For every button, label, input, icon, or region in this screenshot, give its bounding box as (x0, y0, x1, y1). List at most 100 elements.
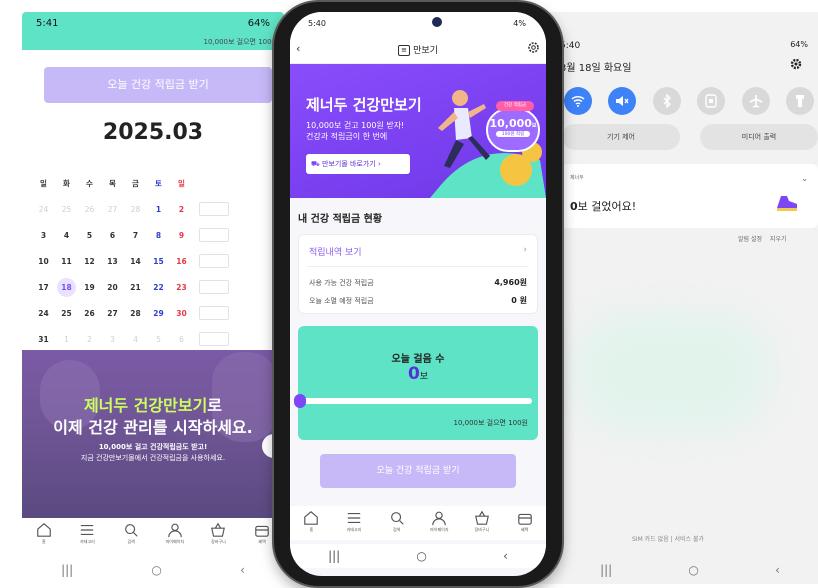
status-time: 5:40 (560, 41, 581, 51)
nav-label: 검색 (392, 527, 401, 532)
battery-level: 4% (513, 19, 526, 28)
calendar-day[interactable]: 16 (170, 257, 193, 266)
calendar-day[interactable]: 8 (147, 231, 170, 240)
promo-subtitle: 10,000보 걸고 건강적립금도 받고! (98, 443, 208, 451)
home-button[interactable]: ○ (151, 563, 161, 577)
back-button[interactable]: ‹ (240, 563, 245, 577)
calendar-day[interactable]: 1 (147, 205, 170, 214)
calendar-day[interactable]: 18 (55, 277, 78, 297)
calendar-day[interactable]: 23 (170, 283, 193, 292)
nav-item-person[interactable]: 마이페이지 (420, 510, 458, 540)
calendar-day[interactable]: 5 (78, 231, 101, 240)
airplane-toggle[interactable] (741, 87, 770, 115)
settings-gear-icon[interactable] (527, 41, 540, 54)
calendar-day[interactable]: 7 (124, 231, 147, 240)
history-link[interactable]: 적립내역 보기 (309, 245, 362, 258)
calendar-day[interactable]: 28 (124, 205, 147, 214)
calendar-day[interactable]: 27 (101, 309, 124, 318)
search-icon (389, 510, 405, 526)
recent-apps-button[interactable]: ||| (61, 563, 73, 577)
nav-item-person[interactable]: 마이페이지 (156, 522, 194, 545)
calendar-day[interactable]: 15 (147, 257, 170, 266)
calendar-day[interactable]: 30 (170, 309, 193, 318)
nav-item-home[interactable]: 홈 (25, 522, 63, 545)
calendar-day[interactable]: 11 (55, 257, 78, 266)
nav-item-box[interactable]: 혜택 (506, 510, 544, 540)
notification-message: 0보 걸었어요! (570, 200, 637, 213)
nav-item-basket[interactable]: 장바구니 (199, 522, 237, 545)
bluetooth-toggle[interactable] (652, 87, 681, 115)
notification-settings-link[interactable]: 알림 설정 (738, 236, 762, 243)
clear-notifications-link[interactable]: 지우기 (770, 236, 787, 243)
calendar-day[interactable]: 9 (170, 231, 193, 240)
day-note (199, 254, 229, 268)
go-to-mall-button[interactable]: ⛟ 만보기몰 바로가기 › (306, 154, 410, 174)
redeem-button[interactable]: 오늘 건강 적립금 받기 (44, 67, 272, 103)
calendar-day[interactable]: 20 (101, 283, 124, 292)
calendar-day[interactable]: 6 (101, 231, 124, 240)
calendar-day[interactable]: 5 (147, 335, 170, 344)
calendar-day[interactable]: 3 (32, 231, 55, 240)
promo-banner[interactable]: 제너두 건강만보기로 이제 건강 관리를 시작하세요. 10,000보 걸고 건… (22, 350, 284, 518)
wifi-toggle[interactable] (564, 87, 592, 115)
calendar-day[interactable]: 22 (147, 283, 170, 292)
recent-apps-button[interactable]: ||| (328, 549, 340, 563)
nav-item-menu[interactable]: 카테고리 (335, 510, 373, 540)
calendar-day[interactable]: 10 (32, 257, 55, 266)
section-title: 내 건강 적립금 현황 (298, 214, 383, 225)
calendar-day[interactable]: 13 (101, 257, 124, 266)
calendar-day[interactable]: 2 (78, 335, 101, 344)
back-button[interactable]: ‹ (503, 549, 508, 563)
calendar-day[interactable]: 26 (78, 205, 101, 214)
badge-caption: 건강 적립금 (496, 101, 534, 111)
calendar-day[interactable]: 19 (78, 283, 101, 292)
rotation-toggle[interactable] (697, 87, 726, 115)
calendar-day[interactable]: 31 (32, 335, 55, 344)
calendar-day[interactable]: 27 (101, 205, 124, 214)
nav-item-search[interactable]: 검색 (112, 522, 150, 545)
calendar-day[interactable]: 29 (147, 309, 170, 318)
calendar-day[interactable]: 25 (55, 309, 78, 318)
chevron-down-icon[interactable]: ⌄ (801, 174, 808, 183)
notification-actions: 알림 설정 지우기 (732, 234, 786, 243)
calendar-day[interactable]: 12 (78, 257, 101, 266)
calendar-day[interactable]: 4 (55, 231, 78, 240)
calendar-day[interactable]: 17 (32, 283, 55, 292)
wifi-icon (571, 95, 585, 107)
home-button[interactable]: ○ (416, 549, 426, 563)
calendar-day[interactable]: 6 (170, 335, 193, 344)
notification-card[interactable]: 제너두 ⌄ 0보 걸었어요! (562, 164, 818, 228)
box-icon (517, 510, 533, 526)
calendar-day[interactable]: 26 (78, 309, 101, 318)
device-control-button[interactable]: 기기 제어 (562, 124, 680, 150)
status-bar: 5:41 64% (22, 12, 284, 36)
chevron-right-icon[interactable]: › (523, 245, 527, 255)
nav-item-basket[interactable]: 장바구니 (463, 510, 501, 540)
recent-apps-button[interactable]: ||| (600, 563, 612, 577)
nav-item-menu[interactable]: 카테고리 (68, 522, 106, 545)
calendar-day[interactable]: 24 (32, 309, 55, 318)
steps-badge: 건강 적립금 10,000보 100원 적립 (486, 101, 540, 152)
promo-title: 제너두 건강만보기로 (83, 396, 223, 415)
calendar-day[interactable]: 4 (124, 335, 147, 344)
back-button[interactable]: ‹ (775, 563, 780, 577)
calendar-day[interactable]: 2 (170, 205, 193, 214)
sound-toggle[interactable] (608, 87, 637, 115)
calendar-day[interactable]: 1 (55, 335, 78, 344)
calendar-day[interactable]: 14 (124, 257, 147, 266)
media-output-button[interactable]: 미디어 출력 (700, 124, 818, 150)
nav-item-home[interactable]: 홈 (292, 510, 330, 540)
weekday-label: 금 (132, 178, 139, 188)
calendar-day[interactable]: 25 (55, 205, 78, 214)
calendar-day[interactable]: 21 (124, 283, 147, 292)
flashlight-toggle[interactable] (785, 87, 814, 115)
calendar-day[interactable]: 24 (32, 205, 55, 214)
calendar-day[interactable]: 3 (101, 335, 124, 344)
settings-gear-icon[interactable] (790, 58, 802, 70)
nav-item-search[interactable]: 검색 (378, 510, 416, 540)
home-button[interactable]: ○ (688, 563, 698, 577)
redeem-button[interactable]: 오늘 건강 적립금 받기 (320, 454, 516, 488)
calendar-day[interactable]: 28 (124, 309, 147, 318)
weekday-label: 수 (86, 178, 93, 188)
nav-label: 마이페이지 (430, 527, 449, 532)
